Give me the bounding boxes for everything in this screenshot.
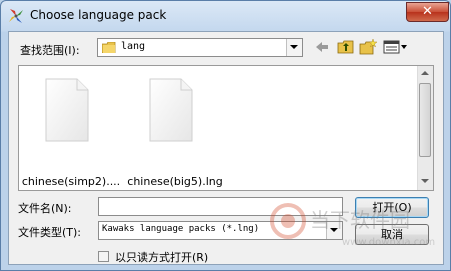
readonly-label[interactable]: 以只读方式打开(R) bbox=[115, 249, 208, 265]
close-button[interactable]: ✕ bbox=[406, 2, 449, 22]
cancel-button[interactable]: 取消 bbox=[355, 224, 429, 245]
look-in-label: 查找范围(I): bbox=[20, 44, 80, 57]
open-button[interactable]: 打开(O) bbox=[355, 197, 429, 218]
filename-label: 文件名(N): bbox=[18, 202, 72, 215]
filetype-value: Kawaks language packs (*.lng) bbox=[102, 224, 260, 234]
dialog-client-area: 查找范围(I): lang chinese(simp2).... chinese… bbox=[8, 31, 444, 265]
look-in-dropdown-button[interactable] bbox=[286, 39, 302, 56]
document-icon bbox=[149, 78, 193, 142]
chevron-down-icon bbox=[330, 228, 338, 232]
back-arrow-icon[interactable] bbox=[314, 38, 330, 56]
file-item[interactable]: chinese(simp2).... bbox=[19, 66, 123, 190]
readonly-checkbox[interactable] bbox=[98, 251, 109, 262]
file-item[interactable]: chinese(big5).lng bbox=[123, 66, 227, 190]
filetype-label: 文件类型(T): bbox=[18, 226, 82, 239]
look-in-value: lang bbox=[121, 41, 146, 52]
file-list[interactable]: chinese(simp2).... chinese(big5).lng bbox=[18, 65, 434, 191]
filename-input[interactable] bbox=[98, 197, 343, 216]
document-icon bbox=[45, 78, 89, 142]
scroll-up-icon[interactable] bbox=[421, 71, 429, 75]
folder-icon bbox=[102, 42, 116, 53]
up-folder-icon[interactable] bbox=[337, 38, 355, 56]
new-folder-icon[interactable] bbox=[359, 38, 377, 56]
app-icon bbox=[9, 9, 23, 23]
title-bar[interactable]: Choose language pack ✕ bbox=[1, 1, 450, 31]
file-name: chinese(simp2).... bbox=[21, 175, 121, 188]
chevron-down-icon bbox=[290, 45, 298, 49]
window-title: Choose language pack bbox=[30, 8, 167, 22]
dialog-window: Choose language pack ✕ 查找范围(I): lang chi… bbox=[0, 0, 451, 271]
vertical-scrollbar[interactable] bbox=[417, 66, 433, 190]
scroll-down-icon[interactable] bbox=[421, 179, 429, 183]
file-name: chinese(big5).lng bbox=[127, 175, 223, 188]
close-icon: ✕ bbox=[422, 4, 433, 19]
view-menu-icon[interactable] bbox=[383, 38, 409, 56]
filetype-dropdown[interactable]: Kawaks language packs (*.lng) bbox=[98, 221, 343, 240]
look-in-dropdown[interactable]: lang bbox=[97, 38, 303, 57]
filetype-dropdown-button[interactable] bbox=[326, 222, 342, 239]
scroll-thumb[interactable] bbox=[419, 83, 431, 157]
